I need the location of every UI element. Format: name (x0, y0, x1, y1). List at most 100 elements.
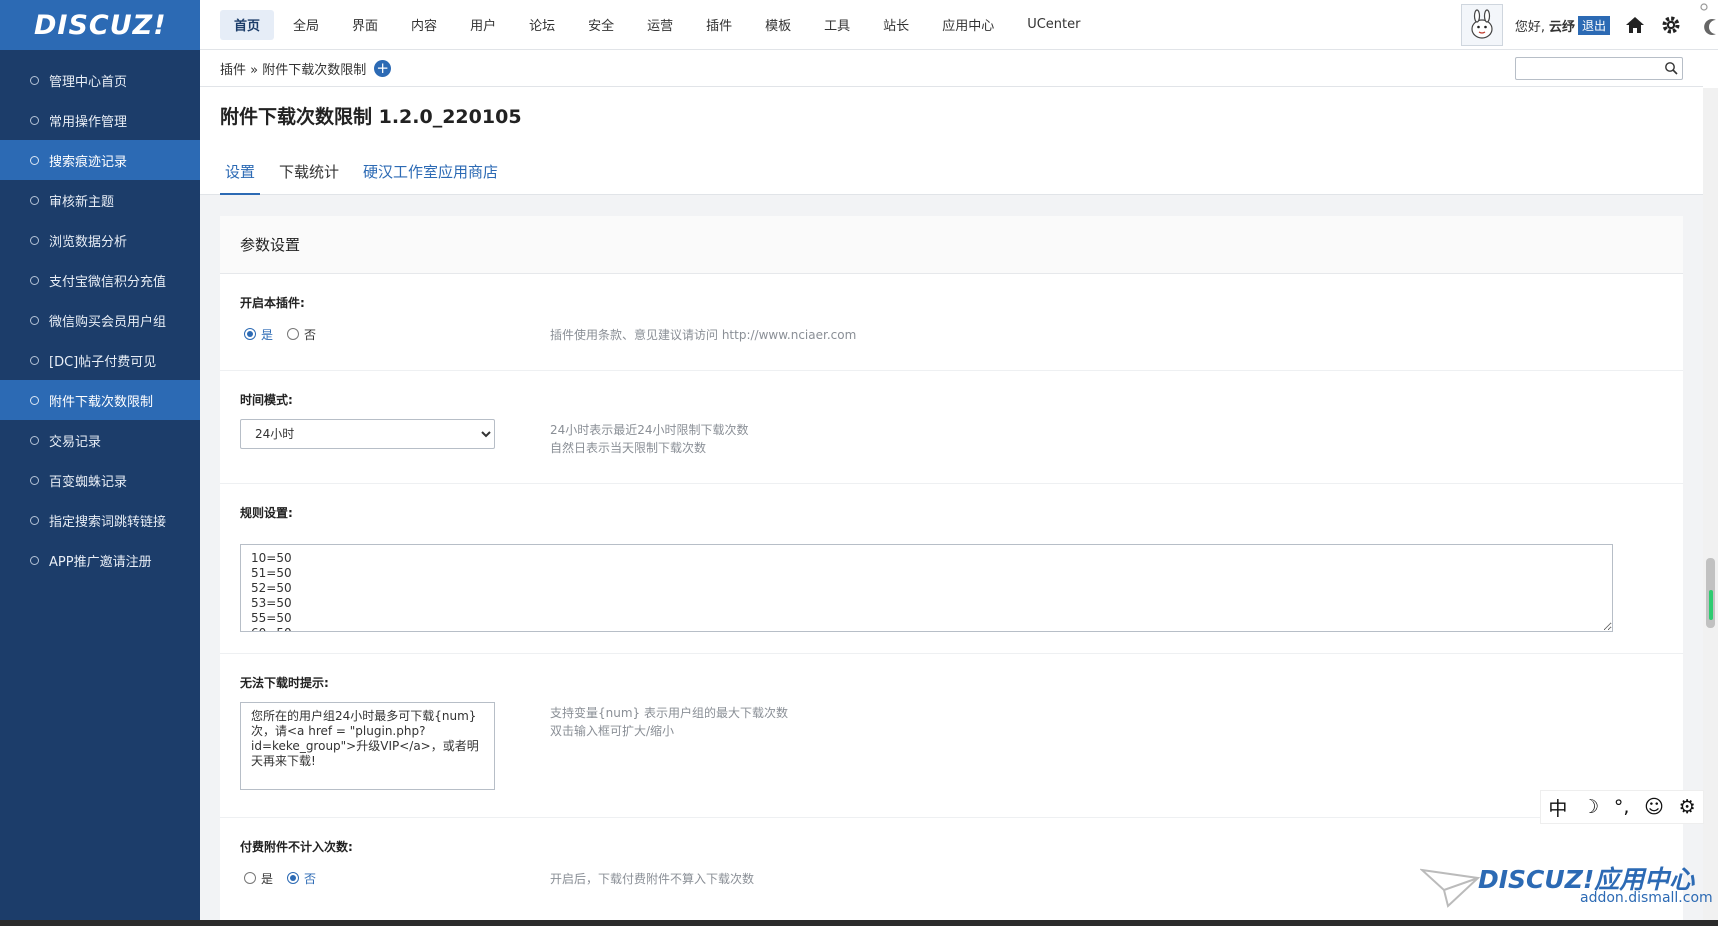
gear-icon[interactable] (1660, 14, 1682, 36)
ime-moon-icon[interactable]: ☽ (1582, 796, 1599, 818)
circle-icon (30, 475, 39, 485)
sidebar: DISCUZ! 管理中心首页 常用操作管理 搜索痕迹记录 审核新主题 浏览数据分… (0, 0, 200, 926)
time-mode-label: 时间模式: (240, 393, 293, 407)
sidebar-item-recharge[interactable]: 支付宝微信积分充值 (0, 260, 200, 300)
rules-textarea[interactable]: 10=50 51=50 52=50 53=50 55=50 60=50 (240, 544, 1613, 632)
top-header: 首页 全局 界面 内容 用户 论坛 安全 运营 插件 模板 工具 站长 应用中心… (200, 0, 1718, 50)
time-mode-hint-line: 24小时表示最近24小时限制下载次数 (550, 423, 749, 437)
nav-operations[interactable]: 运营 (633, 10, 687, 40)
sidebar-item-buy-group[interactable]: 微信购买会员用户组 (0, 300, 200, 340)
nav-interface[interactable]: 界面 (338, 10, 392, 40)
watermark-url: addon.dismall.com (1580, 890, 1713, 906)
fail-tip-label: 无法下载时提示: (240, 676, 329, 690)
enable-no-radio[interactable]: 否 (287, 326, 316, 343)
sidebar-item-search-redirect[interactable]: 指定搜索词跳转链接 (0, 500, 200, 540)
enable-plugin-row: 开启本插件: 是 否 插件使用条款、意见建议请访问 http://www.nci… (220, 274, 1683, 371)
tab-app-store[interactable]: 硬汉工作室应用商店 (358, 161, 503, 195)
time-mode-row: 时间模式: 24小时 24小时表示最近24小时限制下载次数 自然日表示当天限制下… (220, 371, 1683, 484)
sidebar-item-review-threads[interactable]: 审核新主题 (0, 180, 200, 220)
circle-icon (30, 275, 39, 285)
paid-attachment-radios: 是 否 (240, 866, 550, 890)
sidebar-item-analytics[interactable]: 浏览数据分析 (0, 220, 200, 260)
paper-plane-icon (1420, 868, 1480, 908)
nav-content[interactable]: 内容 (397, 10, 451, 40)
nav-forum[interactable]: 论坛 (515, 10, 569, 40)
ime-settings-icon[interactable]: ⚙ (1679, 796, 1696, 818)
radio-label: 否 (304, 871, 317, 886)
nav-plugins[interactable]: 插件 (692, 10, 746, 40)
breadcrumb[interactable]: 插件 » 附件下载次数限制 (220, 59, 366, 78)
nav-home[interactable]: 首页 (220, 9, 275, 40)
time-mode-body: 24小时 24小时表示最近24小时限制下载次数 自然日表示当天限制下载次数 (240, 419, 1683, 457)
nav-app-center[interactable]: 应用中心 (928, 10, 1008, 40)
sidebar-item-app-invite[interactable]: APP推广邀请注册 (0, 540, 200, 580)
ime-chinese-mode-icon[interactable]: 中 (1548, 794, 1567, 821)
radio-icon (287, 872, 300, 884)
avatar[interactable] (1460, 4, 1503, 46)
paid-yes-radio[interactable]: 是 (244, 870, 273, 887)
enable-plugin-label: 开启本插件: (240, 296, 305, 310)
enable-plugin-hint: 插件使用条款、意见建议请访问 http://www.nciaer.com (550, 328, 857, 342)
home-icon[interactable] (1624, 14, 1646, 36)
main-content: 附件下载次数限制 1.2.0_220105 设置 下载统计 硬汉工作室应用商店 … (200, 88, 1703, 926)
circle-icon (30, 395, 39, 405)
ime-emoji-icon[interactable]: ☺ (1644, 796, 1664, 818)
radio-label: 是 (261, 327, 274, 342)
tab-settings[interactable]: 设置 (220, 161, 261, 195)
admin-app: DISCUZ! 管理中心首页 常用操作管理 搜索痕迹记录 审核新主题 浏览数据分… (0, 0, 1718, 926)
sidebar-item-transactions[interactable]: 交易记录 (0, 420, 200, 460)
nav-global[interactable]: 全局 (279, 10, 333, 40)
sidebar-item-search-log[interactable]: 搜索痕迹记录 (0, 140, 200, 180)
radio-icon (244, 328, 256, 340)
page-title: 附件下载次数限制 1.2.0_220105 (220, 106, 522, 128)
sidebar-item-spider-log[interactable]: 百变蜘蛛记录 (0, 460, 200, 500)
circle-icon (30, 355, 39, 365)
settings-panel: 参数设置 开启本插件: 是 否 插件使用条款、意见建议请访问 http://ww… (220, 216, 1683, 926)
sidebar-item-label: [DC]帖子付费可见 (49, 354, 157, 370)
circle-icon (30, 555, 39, 565)
paid-no-radio[interactable]: 否 (287, 870, 316, 887)
enable-plugin-control: 是 否 (240, 322, 550, 346)
tab-download-stats[interactable]: 下载统计 (274, 161, 344, 195)
sidebar-item-label: 浏览数据分析 (49, 234, 128, 250)
sidebar-item-label: 常用操作管理 (49, 114, 128, 130)
nav-security[interactable]: 安全 (574, 10, 628, 40)
time-mode-control: 24小时 (240, 419, 550, 457)
time-mode-select[interactable]: 24小时 (240, 419, 495, 449)
sidebar-item-download-limit[interactable]: 附件下载次数限制 (0, 380, 200, 420)
add-shortcut-icon[interactable]: + (374, 60, 392, 77)
username: 云纾 (1548, 19, 1575, 35)
logo-text: DISCUZ! (34, 9, 167, 41)
search-icon[interactable] (1664, 61, 1678, 75)
ime-toolbar: 中 ☽ °, ☺ ⚙ (1540, 790, 1704, 824)
sidebar-item-common-ops[interactable]: 常用操作管理 (0, 100, 200, 140)
nav-users[interactable]: 用户 (456, 10, 510, 40)
logout-button[interactable]: 退出 (1577, 15, 1610, 35)
paid-attachment-label: 付费附件不计入次数: (240, 840, 353, 854)
time-mode-hint: 24小时表示最近24小时限制下载次数 自然日表示当天限制下载次数 (550, 419, 749, 457)
sidebar-item-label: 支付宝微信积分充值 (49, 274, 167, 290)
fail-tip-textarea[interactable]: 您所在的用户组24小时最多可下载{num}次，请<a href = "plugi… (240, 702, 495, 790)
sidebar-item-admin-home[interactable]: 管理中心首页 (0, 60, 200, 100)
nav-tools[interactable]: 工具 (810, 10, 864, 40)
radio-label: 否 (304, 327, 317, 342)
nav-templates[interactable]: 模板 (751, 10, 805, 40)
radio-icon (287, 328, 300, 340)
circle-icon (30, 155, 39, 165)
ime-punctuation-icon[interactable]: °, (1614, 796, 1630, 818)
sidebar-item-label: 管理中心首页 (49, 74, 128, 90)
page-scrollbar[interactable] (1703, 88, 1718, 926)
logo[interactable]: DISCUZ! (0, 0, 200, 50)
paid-attachment-control: 是 否 (240, 866, 550, 890)
enable-plugin-radios: 是 否 (240, 322, 550, 346)
breadcrumb-bar: 插件 » 附件下载次数限制 + (200, 51, 1703, 87)
sidebar-item-label: 百变蜘蛛记录 (49, 474, 128, 490)
theme-toggle-icon[interactable] (1696, 0, 1718, 50)
search-input[interactable] (1516, 58, 1656, 79)
circle-icon (30, 115, 39, 125)
sidebar-item-paid-posts[interactable]: [DC]帖子付费可见 (0, 340, 200, 380)
enable-yes-radio[interactable]: 是 (244, 326, 273, 343)
nav-ucenter[interactable]: UCenter (1013, 10, 1094, 40)
nav-webmaster[interactable]: 站长 (869, 10, 923, 40)
fail-tip-hint: 支持变量{num} 表示用户组的最大下载次数 双击输入框可扩大/缩小 (550, 702, 788, 794)
